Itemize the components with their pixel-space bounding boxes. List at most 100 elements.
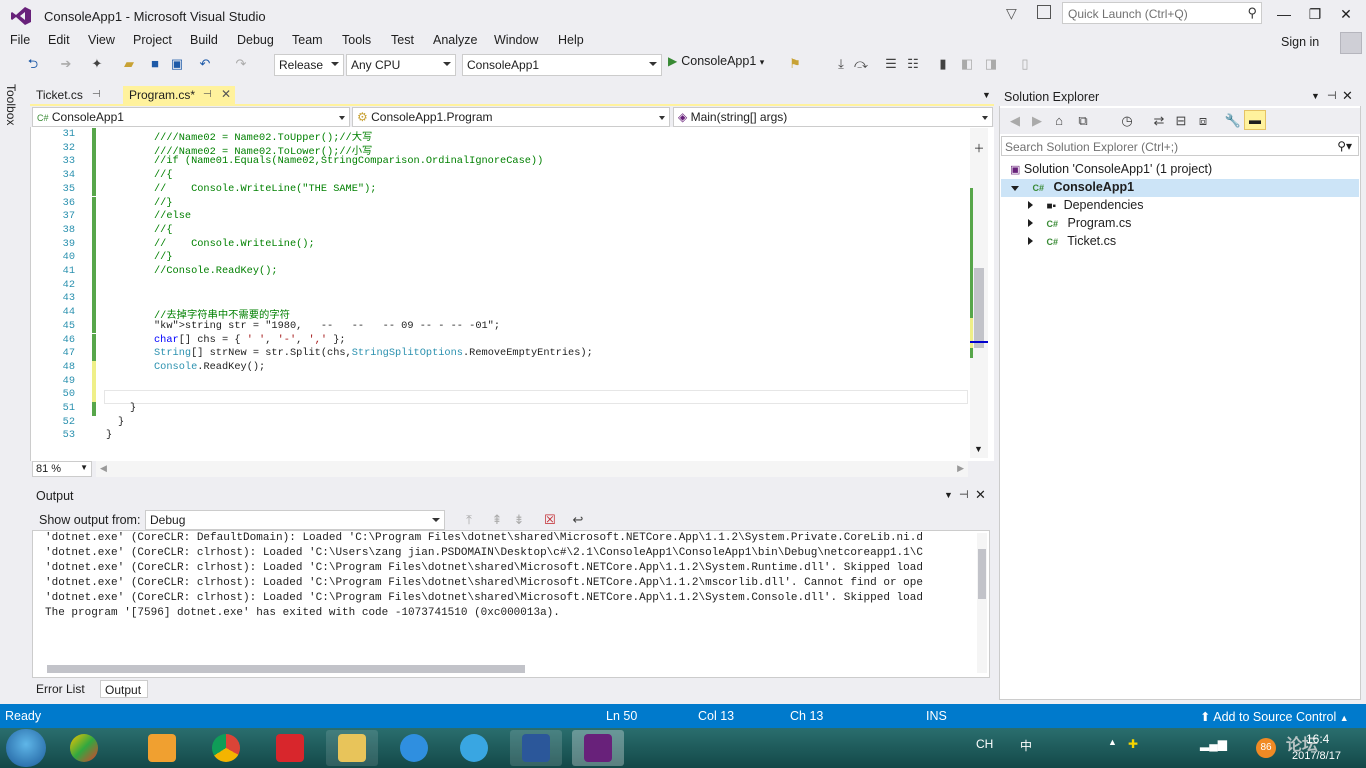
filter-icon[interactable]: ▽ — [1006, 5, 1017, 22]
open-file-icon[interactable]: ▰ — [120, 55, 138, 73]
taskbar-app-video[interactable] — [136, 730, 188, 766]
clock-time[interactable]: 16:4 — [1306, 732, 1329, 746]
prev-bookmark-icon[interactable]: ◧ — [958, 55, 976, 73]
se-menu-icon[interactable]: ▼ — [1311, 91, 1320, 101]
zoom-select[interactable]: 81 % ▼ — [32, 461, 92, 477]
project-nav-select[interactable]: C# ConsoleApp1 — [32, 107, 350, 127]
home-icon[interactable]: ⌂ — [1050, 112, 1068, 130]
code-line[interactable]: 48 Console.ReadKey(); — [30, 360, 970, 375]
output-scroll-thumb[interactable] — [978, 549, 986, 599]
bookmark-icon[interactable]: ▮ — [934, 55, 952, 73]
configuration-select[interactable]: Release — [274, 54, 344, 76]
menu-view[interactable]: View — [88, 33, 115, 47]
code-line[interactable]: 40 //} — [30, 251, 970, 265]
taskbar-app-explorer[interactable] — [326, 730, 378, 766]
code-line[interactable]: 52} — [30, 416, 970, 430]
member-nav-select[interactable]: ◈ Main(string[] args) — [673, 107, 993, 127]
save-icon[interactable]: ■ — [146, 55, 164, 73]
output-vertical-scrollbar[interactable] — [977, 533, 987, 673]
expand-icon[interactable] — [1028, 201, 1033, 209]
output-close-icon[interactable]: ✕ — [975, 487, 986, 503]
menu-debug[interactable]: Debug — [237, 33, 274, 47]
toolbox-tab[interactable]: Toolbox — [4, 84, 24, 144]
next-message-icon[interactable]: ⇟ — [510, 511, 528, 529]
new-project-icon[interactable]: ✦ — [88, 55, 106, 73]
step-into-icon[interactable]: ⤓ — [832, 55, 850, 73]
menu-build[interactable]: Build — [190, 33, 218, 47]
tree-project[interactable]: C# ConsoleApp1 — [1001, 179, 1359, 197]
code-line[interactable]: 49 — [30, 374, 970, 389]
editor-vertical-scrollbar[interactable]: ＋ ▼ — [970, 128, 988, 458]
scroll-down-icon[interactable]: ▼ — [974, 444, 983, 454]
back-icon[interactable]: ⮌ — [24, 55, 42, 73]
tree-solution[interactable]: ▣ Solution 'ConsoleApp1' (1 project) — [1010, 162, 1212, 180]
code-line[interactable]: 41 //Console.ReadKey(); — [30, 265, 970, 279]
pending-changes-icon[interactable]: ◷ — [1118, 112, 1136, 130]
collapse-icon[interactable] — [1011, 186, 1019, 191]
maximize-button[interactable]: ❐ — [1301, 4, 1329, 24]
code-line[interactable]: 42 — [30, 278, 970, 293]
se-close-icon[interactable]: ✕ — [1342, 88, 1353, 104]
word-wrap-icon[interactable]: ↩ — [569, 511, 587, 529]
solution-search-input[interactable]: Search Solution Explorer (Ctrl+;) ⚲▾ — [1001, 136, 1359, 156]
menu-project[interactable]: Project — [133, 33, 172, 47]
code-line[interactable]: 34 //{ — [30, 169, 970, 183]
tab-output[interactable]: Output — [100, 680, 148, 698]
taskbar-app-word[interactable] — [510, 730, 562, 766]
next-bookmark-icon[interactable]: ◨ — [982, 55, 1000, 73]
platform-select[interactable]: Any CPU — [346, 54, 456, 76]
menu-edit[interactable]: Edit — [48, 33, 70, 47]
tab-ticket-cs[interactable]: Ticket.cs ⊣ — [30, 86, 120, 106]
code-line[interactable]: 37 //else — [30, 210, 970, 224]
split-icon[interactable]: ＋ — [972, 140, 986, 155]
tree-item-program-cs[interactable]: C# Program.cs — [1028, 216, 1131, 234]
prev-message-icon[interactable]: ⇞ — [488, 511, 506, 529]
sync-icon[interactable]: ⇄ — [1150, 112, 1168, 130]
menu-file[interactable]: File — [10, 33, 30, 47]
find-in-files-icon[interactable]: ⚑ — [786, 55, 804, 73]
redo-icon[interactable]: ↷ — [232, 55, 250, 73]
close-button[interactable]: ✕ — [1332, 4, 1360, 24]
menu-test[interactable]: Test — [391, 33, 414, 47]
code-line[interactable]: 50 — [30, 388, 970, 402]
user-avatar-icon[interactable] — [1340, 32, 1362, 54]
code-line[interactable]: 33 //if (Name01.Equals(Name02,StringCompa… — [30, 155, 970, 170]
undo-icon[interactable]: ↶ — [196, 55, 214, 73]
scroll-thumb[interactable] — [974, 268, 984, 348]
start-button[interactable] — [6, 729, 46, 767]
class-nav-select[interactable]: ⚙ ConsoleApp1.Program — [352, 107, 670, 127]
clear-bookmarks-icon[interactable]: ▯ — [1016, 55, 1034, 73]
taskbar-app-chrome[interactable] — [200, 730, 252, 766]
tab-program-cs[interactable]: Program.cs* ⊣ ✕ — [123, 86, 235, 106]
indent-icon[interactable]: ☰ — [882, 55, 900, 73]
menu-tools[interactable]: Tools — [342, 33, 371, 47]
menu-team[interactable]: Team — [292, 33, 323, 47]
code-line[interactable]: 43 — [30, 292, 970, 307]
save-all-icon[interactable]: ▣ — [168, 55, 186, 73]
tab-error-list[interactable]: Error List ... — [32, 680, 98, 710]
code-line[interactable]: 38 //{ — [30, 223, 970, 238]
clear-all-icon[interactable]: ☒ — [541, 511, 559, 529]
step-over-icon[interactable]: ⤼ — [852, 55, 870, 73]
code-line[interactable]: 45 "kw">string str = "1980, -- -- -- 09 -… — [30, 319, 970, 334]
menu-analyze[interactable]: Analyze — [433, 33, 477, 47]
expand-icon[interactable] — [1028, 219, 1033, 227]
taskbar-app-360-browser[interactable] — [58, 730, 110, 766]
close-tab-icon[interactable]: ✕ — [221, 87, 231, 101]
signal-icon[interactable]: ▂▄▆ — [1200, 737, 1227, 751]
taskbar-app-baidu-cloud[interactable] — [388, 730, 440, 766]
startup-project-select[interactable]: ConsoleApp1 — [462, 54, 662, 76]
code-line[interactable]: 51} — [30, 402, 970, 416]
se-pin-icon[interactable]: ⊣ — [1327, 89, 1337, 102]
output-horizontal-scroll-thumb[interactable] — [47, 665, 525, 673]
preview-selected-icon[interactable]: ▬ — [1244, 110, 1266, 130]
language-indicator[interactable]: CH — [976, 737, 993, 751]
ime-indicator[interactable]: 中 — [1020, 737, 1032, 754]
scroll-left-icon[interactable]: ◀ — [100, 463, 107, 474]
code-line[interactable]: 39 // Console.WriteLine(); — [30, 237, 970, 252]
tab-overflow-icon[interactable]: ▼ — [982, 90, 991, 100]
feedback-icon[interactable] — [1037, 5, 1051, 19]
find-message-icon[interactable]: ⤒ — [460, 511, 478, 529]
clock-date[interactable]: 2017/8/17 — [1292, 750, 1341, 762]
forward-icon[interactable]: ➔ — [57, 55, 75, 73]
